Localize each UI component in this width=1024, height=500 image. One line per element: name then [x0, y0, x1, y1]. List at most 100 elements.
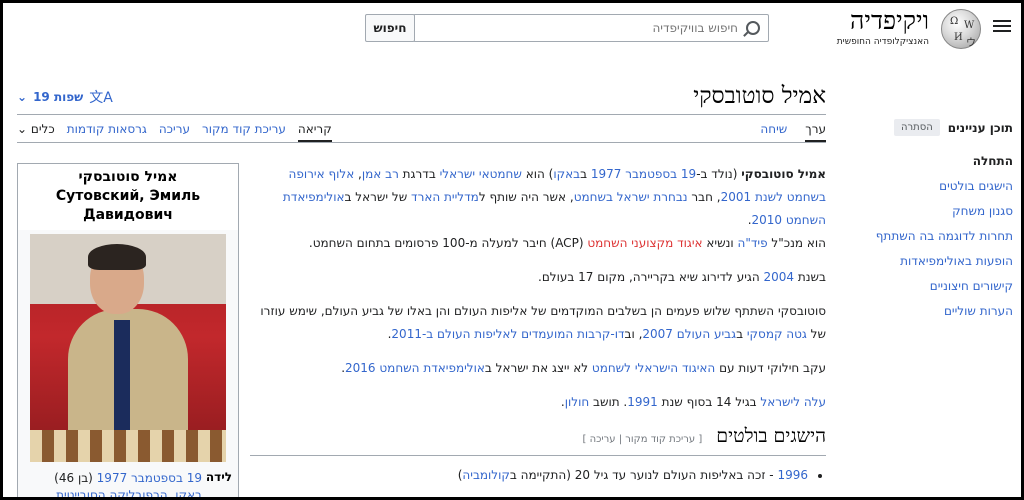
search-input[interactable]: [438, 19, 738, 37]
paragraph-federation: עקב חילוקי דעות עם האיגוד הישראלי לשחמט …: [250, 357, 826, 380]
text: ונשיא: [702, 236, 738, 250]
namespace-tabs: ערך שיחה: [760, 122, 826, 142]
tools-label: כלים: [30, 122, 55, 136]
toc-list: התחלה הישגים בולטים סגנון משחק תחרות לדו…: [853, 154, 1013, 318]
birth-age: (בן 46): [54, 471, 97, 485]
text: (נולד ב-: [696, 167, 742, 181]
wikipedia-globe-logo[interactable]: ΩWИウ: [941, 9, 981, 49]
paragraph-immigration: עלה לישראל בגיל 14 בסוף שנת 1991. תושב ח…: [250, 391, 826, 414]
text: (ACP) חיבר למעלה מ-100 פרסומים בתחום השח…: [308, 236, 588, 250]
link-chess-player[interactable]: שחמטאי: [479, 167, 522, 181]
link-colombia[interactable]: קולומביה: [462, 468, 509, 482]
text: בשנת: [794, 270, 826, 284]
photo-tie: [114, 320, 130, 430]
text: ב: [580, 167, 591, 181]
paragraph-world-cup: סוטובסקי השתתף שלוש פעמים הן בשלבים המוק…: [250, 300, 826, 346]
search-button[interactable]: חיפוש: [365, 14, 415, 42]
link-aliyah[interactable]: עלה לישראל: [760, 395, 826, 409]
chevron-down-icon: ⌄: [17, 90, 28, 104]
toc-item-playing-style[interactable]: סגנון משחק: [853, 204, 1013, 218]
toc-header: תוכן עניינים הסתרה: [853, 119, 1013, 136]
link-year[interactable]: 1977: [591, 167, 622, 181]
translate-icon: 文A: [89, 90, 113, 106]
paragraph-rating: בשנת 2004 הגיע לדירוג שיא בקריירה, מקום …: [250, 266, 826, 289]
infobox-birth-row: לידה 19 בספטמבר 1977 (בן 46) באקו, הרפוב…: [18, 462, 238, 497]
link-grandmaster[interactable]: רב אמן: [362, 167, 399, 181]
birth-value: 19 בספטמבר 1977 (בן 46) באקו, הרפובליקה …: [30, 470, 202, 497]
languages-button[interactable]: ⌄ 19 שפות 文A: [17, 87, 113, 107]
tab-tools[interactable]: כלים ⌄: [17, 122, 55, 142]
link-world-cup-2007[interactable]: גביע העולם 2007: [642, 327, 736, 341]
tab-history[interactable]: גרסאות קודמות: [67, 122, 147, 142]
text: ,: [354, 167, 362, 181]
hamburger-menu-icon[interactable]: [993, 17, 1011, 33]
languages-label: 19 שפות: [33, 90, 84, 104]
article-body: אמיל סוטובסקי (נולד ב-19 בספטמבר 1977 בב…: [250, 163, 826, 487]
text: בדרגת: [398, 167, 440, 181]
link-israeli[interactable]: ישראלי: [440, 167, 475, 181]
toc-item-sample-tournament[interactable]: תחרות לדוגמה בה השתתף: [853, 229, 1013, 243]
link-kamsky[interactable]: גטה קמסקי: [747, 327, 807, 341]
search-box[interactable]: [413, 14, 769, 42]
text: , וב: [624, 327, 643, 341]
birth-date-link[interactable]: 19 בספטמבר 1977: [97, 471, 202, 485]
text: ) הוא: [521, 167, 554, 181]
birth-place-link[interactable]: באקו, הרפובליקה הסובייטית הסוציאליסטית ש…: [56, 488, 202, 497]
page-title: אמיל סוטובסקי: [693, 83, 826, 109]
toc-item-achievements[interactable]: הישגים בולטים: [853, 179, 1013, 193]
birth-label: לידה: [205, 470, 232, 484]
link-fide[interactable]: פיד"ה: [738, 236, 768, 250]
chevron-down-icon: ⌄: [17, 122, 28, 136]
section-edit-links[interactable]: [ עריכת קוד מקור | עריכה ]: [583, 428, 703, 451]
infobox-title: אמיל סוטובסקי Сутовский, Эмиль Давидович: [18, 164, 238, 230]
tabs-divider: [17, 142, 826, 143]
search-icon: [746, 21, 760, 35]
toc-item-external-links[interactable]: קישורים חיצוניים: [853, 279, 1013, 293]
link-bronze-medal[interactable]: מדליית הארד: [411, 190, 479, 204]
text: ב: [736, 327, 747, 341]
infobox: אמיל סוטובסקי Сутовский, Эмиль Давидович…: [17, 163, 239, 497]
text: עקב חילוקי דעות עם: [715, 361, 826, 375]
site-name: ויקיפדיה: [850, 6, 929, 35]
paragraph-intro: אמיל סוטובסקי (נולד ב-19 בספטמבר 1977 בב…: [250, 163, 826, 255]
link-olympiad-2016[interactable]: אולימפיאדת השחמט 2016: [345, 361, 485, 375]
link-birth-date[interactable]: 19 בספטמבר: [625, 167, 696, 181]
tab-read[interactable]: קריאה: [297, 122, 332, 142]
text: , חבר: [687, 190, 721, 204]
link-baku[interactable]: באקו: [553, 167, 580, 181]
wikipedia-wordmark[interactable]: ויקיפדיה האנציקלופדיה החופשית: [837, 6, 929, 48]
text: לא ייצג את ישראל ב: [484, 361, 592, 375]
title-divider: [17, 114, 826, 115]
tab-edit[interactable]: עריכה: [159, 122, 190, 142]
text: של ישראל ב: [344, 190, 412, 204]
toc-item-olympiads[interactable]: הופעות באולימפיאדות: [853, 254, 1013, 268]
text: . תושב: [589, 395, 628, 409]
toc-title: תוכן עניינים: [947, 120, 1013, 135]
text: , אשר היה שותף ל: [478, 190, 574, 204]
wiki-page: ΩWИウ ויקיפדיה האנציקלופדיה החופשית חיפוש…: [3, 3, 1021, 497]
link-1996[interactable]: 1996: [777, 468, 808, 482]
text: הגיע לדירוג שיא בקריירה, מקום 17 בעולם.: [538, 270, 764, 284]
link-2004[interactable]: 2004: [764, 270, 795, 284]
tab-talk[interactable]: שיחה: [760, 122, 787, 142]
toc-hide-button[interactable]: הסתרה: [893, 119, 940, 136]
text: הוא מנכ"ל: [767, 236, 826, 250]
section-title: הישגים בולטים: [716, 425, 826, 447]
link-1991[interactable]: 1991: [627, 395, 658, 409]
tab-article[interactable]: ערך: [805, 122, 826, 142]
site-header: ΩWИウ ויקיפדיה האנציקלופדיה החופשית חיפוש: [3, 3, 1021, 55]
link-candidates-2011[interactable]: דו-קרבות המועמדים לאליפות העולם ב-2011: [391, 327, 624, 341]
table-of-contents: תוכן עניינים הסתרה התחלה הישגים בולטים ס…: [853, 119, 1013, 329]
link-holon[interactable]: חולון: [565, 395, 589, 409]
section-heading-achievements: הישגים בולטים [ עריכת קוד מקור | עריכה ]: [250, 425, 826, 456]
subject-name: אמיל סוטובסקי: [741, 167, 826, 181]
link-israeli-federation[interactable]: האיגוד הישראלי לשחמט: [592, 361, 715, 375]
portrait-photo[interactable]: [30, 234, 226, 462]
text: בגיל 14 בסוף שנת: [657, 395, 761, 409]
photo-chessboard: [30, 430, 226, 462]
link-national-team[interactable]: נבחרת ישראל בשחמט: [574, 190, 688, 204]
tab-edit-source[interactable]: עריכת קוד מקור: [202, 122, 286, 142]
redlink-acp[interactable]: איגוד מקצועני השחמט: [587, 236, 702, 250]
toc-item-footnotes[interactable]: הערות שוליים: [853, 304, 1013, 318]
toc-item-top[interactable]: התחלה: [853, 154, 1013, 168]
